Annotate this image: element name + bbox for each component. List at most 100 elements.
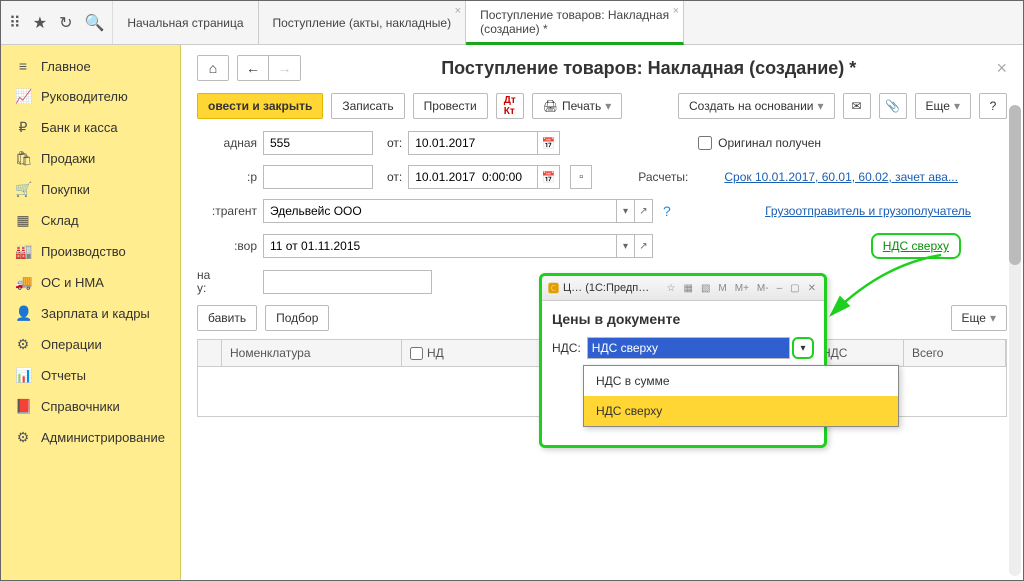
calc-icon[interactable]: ▧ (699, 283, 712, 294)
dropdown-icon[interactable]: ▾ (617, 234, 635, 258)
label-nakladnaya: адная (197, 136, 257, 150)
gear-icon: ⚙ (15, 429, 31, 446)
boxes-icon: ▦ (15, 212, 31, 229)
write-button[interactable]: Записать (331, 93, 404, 119)
col-n[interactable] (198, 340, 222, 366)
number2-input[interactable] (263, 165, 373, 189)
tabs: Начальная страница Поступление (акты, на… (113, 1, 684, 44)
label-raschety: Расчеты: (638, 170, 688, 184)
onec-icon: 🅲 (548, 280, 559, 296)
forward-button[interactable]: → (269, 55, 301, 81)
tab-start[interactable]: Начальная страница (113, 1, 258, 45)
raschety-link[interactable]: Срок 10.01.2017, 60.01, 60.02, зачет ава… (724, 170, 958, 184)
gear-icon: ⚙ (15, 336, 31, 353)
close-icon[interactable]: × (673, 5, 679, 17)
apps-icon[interactable]: ⠿ (9, 13, 21, 33)
dialog-titlebar[interactable]: 🅲 Ц… (1С:Предп… ☆ ▦ ▧ M M+ M- – ▢ ✕ (542, 276, 824, 301)
label-nomer: р: (197, 170, 257, 184)
history-icon[interactable]: ↻ (59, 13, 72, 33)
sidebar-item-hr[interactable]: 👤Зарплата и кадры (1, 298, 180, 329)
sidebar-item-warehouse[interactable]: ▦Склад (1, 205, 180, 236)
calendar-icon[interactable]: 📅 (538, 131, 560, 155)
menu-icon: ≡ (15, 58, 31, 74)
sidebar-item-refs[interactable]: 📕Справочники (1, 391, 180, 422)
person-icon: 👤 (15, 305, 31, 322)
create-based-button[interactable]: Создать на основании (678, 93, 835, 119)
open-ref-icon[interactable]: ↗ (635, 234, 653, 258)
sidebar-item-ops[interactable]: ⚙Операции (1, 329, 180, 360)
sidebar-item-purchases[interactable]: 🛒Покупки (1, 174, 180, 205)
min-icon[interactable]: – (775, 283, 785, 294)
dropdown-option-in-sum[interactable]: НДС в сумме (584, 366, 898, 396)
schet-input[interactable] (263, 270, 432, 294)
max-icon[interactable]: ▢ (788, 283, 801, 294)
back-button[interactable]: ← (237, 55, 269, 81)
scrollbar-thumb[interactable] (1009, 105, 1021, 265)
chart-icon: 📈 (15, 88, 31, 105)
dropdown-option-on-top[interactable]: НДС сверху (584, 396, 898, 426)
scrollbar[interactable] (1009, 105, 1021, 576)
book-icon: 📕 (15, 398, 31, 415)
open-icon[interactable]: ▫ (570, 165, 592, 189)
more-button[interactable]: Еще (915, 93, 971, 119)
post-and-close-button[interactable]: овести и закрыть (197, 93, 323, 119)
calendar-icon[interactable]: 📅 (538, 165, 560, 189)
sidebar: ≡Главное 📈Руководителю ₽Банк и касса 🛍Пр… (1, 45, 181, 580)
number-input[interactable] (263, 131, 373, 155)
mplus-icon[interactable]: M+ (733, 283, 751, 294)
sidebar-item-main[interactable]: ≡Главное (1, 51, 180, 81)
kontragent-input[interactable] (263, 199, 617, 223)
sidebar-item-manager[interactable]: 📈Руководителю (1, 81, 180, 112)
table-more-button[interactable]: Еще (951, 305, 1007, 331)
add-button[interactable]: бавить (197, 305, 257, 331)
close-page-button[interactable]: × (996, 58, 1007, 79)
date-input-2[interactable] (408, 165, 538, 189)
tab-receipts[interactable]: Поступление (акты, накладные)× (259, 1, 467, 45)
print-button[interactable]: 🖨Печать (532, 93, 623, 119)
close-icon[interactable]: × (455, 5, 461, 17)
m-icon[interactable]: M (716, 283, 728, 294)
mail-button[interactable]: ✉ (843, 93, 871, 119)
page-title: Поступление товаров: Накладная (создание… (309, 58, 988, 79)
label-kontragent: трагент: (197, 204, 257, 218)
label-dogovor: вор: (197, 239, 257, 253)
attach-button[interactable]: 📎 (879, 93, 907, 119)
grid-icon[interactable]: ▦ (682, 283, 695, 294)
sidebar-item-admin[interactable]: ⚙Администрирование (1, 422, 180, 453)
dogovor-input[interactable] (263, 234, 617, 258)
truck-icon: 🚚 (15, 274, 31, 291)
fav-icon[interactable]: ☆ (665, 283, 678, 294)
col-total[interactable]: Всего (904, 340, 1006, 366)
original-received-checkbox[interactable]: Оригинал получен (698, 136, 821, 150)
nds-select-input[interactable] (587, 337, 790, 359)
nds-checkbox[interactable] (410, 347, 423, 360)
sidebar-item-asset[interactable]: 🚚ОС и НМА (1, 267, 180, 298)
dialog-heading: Цены в документе (552, 311, 814, 327)
home-button[interactable]: ⌂ (197, 55, 229, 81)
dt-kt-button[interactable]: ДтКт (496, 93, 524, 119)
tab-current[interactable]: Поступление товаров: Накладная(создание)… (466, 1, 684, 45)
help-button[interactable]: ? (979, 93, 1007, 119)
podbor-button[interactable]: Подбор (265, 305, 329, 331)
dropdown-button[interactable]: ▾ (792, 337, 814, 359)
sidebar-item-bank[interactable]: ₽Банк и касса (1, 112, 180, 143)
sidebar-item-reports[interactable]: 📊Отчеты (1, 360, 180, 391)
open-ref-icon[interactable]: ↗ (635, 199, 653, 223)
col-nomenklatura[interactable]: Номенклатура (222, 340, 402, 366)
dropdown-icon[interactable]: ▾ (617, 199, 635, 223)
close-icon[interactable]: ✕ (806, 283, 818, 294)
help-icon[interactable]: ? (663, 203, 671, 219)
search-icon[interactable]: 🔍 (84, 13, 104, 33)
star-icon[interactable]: ★ (33, 13, 47, 33)
topbar: ⠿ ★ ↻ 🔍 Начальная страница Поступление (… (1, 1, 1023, 45)
gruz-link[interactable]: Грузоотправитель и грузополучатель (765, 204, 971, 218)
col-nds[interactable]: НДС (814, 340, 904, 366)
date-input-1[interactable] (408, 131, 538, 155)
post-button[interactable]: Провести (413, 93, 488, 119)
sidebar-item-sales[interactable]: 🛍Продажи (1, 143, 180, 174)
nds-top-link[interactable]: НДС сверху (871, 233, 961, 259)
main-area: ⌂ ← → Поступление товаров: Накладная (со… (181, 45, 1023, 580)
printer-icon: 🖨 (543, 99, 558, 113)
sidebar-item-production[interactable]: 🏭Производство (1, 236, 180, 267)
mminus-icon[interactable]: M- (755, 283, 771, 294)
